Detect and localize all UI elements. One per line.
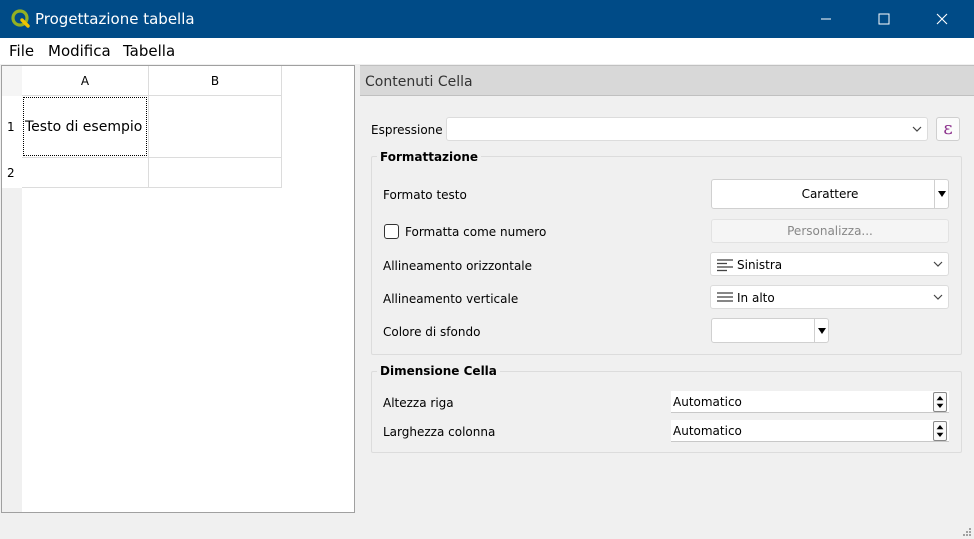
minimize-button[interactable] (803, 0, 849, 38)
panel-title: Contenuti Cella (365, 74, 473, 90)
formatting-group-title: Formattazione (377, 150, 482, 164)
cell-a2[interactable] (22, 158, 149, 188)
row-header-1[interactable]: 1 (2, 96, 22, 158)
spin-arrows-icon[interactable] (933, 392, 947, 412)
minimize-icon (821, 18, 831, 20)
align-left-icon (717, 259, 733, 272)
maximize-icon (878, 13, 890, 25)
h-align-combo[interactable]: Sinistra (710, 252, 949, 276)
window-title: Progettazione tabella (35, 10, 195, 28)
cell-b1[interactable] (149, 96, 282, 158)
bg-color-dropdown[interactable] (814, 319, 828, 342)
v-align-label: Allineamento verticale (383, 292, 519, 306)
chevron-down-icon (933, 261, 943, 267)
text-format-label: Formato testo (383, 188, 467, 202)
font-button[interactable]: Carattere (711, 179, 949, 209)
customize-button[interactable]: Personalizza... (711, 219, 949, 243)
column-header-b[interactable]: B (149, 66, 282, 96)
caret-down-icon (817, 327, 826, 334)
col-width-label: Larghezza colonna (383, 425, 496, 439)
h-align-label: Allineamento orizzontale (383, 259, 533, 273)
menu-file[interactable]: File (9, 42, 34, 60)
format-as-number-checkbox[interactable] (384, 224, 399, 239)
row-height-spinbox[interactable]: Automatico (671, 391, 949, 413)
col-width-spinbox[interactable]: Automatico (671, 420, 949, 442)
cell-a1-text: Testo di esempio (25, 119, 143, 135)
menu-bar: File Modifica Tabella (0, 38, 974, 64)
menu-modifica[interactable]: Modifica (48, 42, 111, 60)
row-height-label: Altezza riga (383, 396, 454, 410)
expression-label: Espressione (371, 123, 443, 137)
cell-size-group-title: Dimensione Cella (377, 364, 500, 378)
qgis-icon (11, 9, 30, 28)
column-header-a[interactable]: A (22, 66, 149, 96)
resize-grip-icon[interactable] (962, 527, 972, 537)
align-top-icon (717, 292, 733, 302)
epsilon-icon: ε (943, 118, 953, 139)
grid-corner[interactable] (2, 66, 22, 96)
table-grid[interactable]: A B 1 2 Testo di esempio (1, 65, 355, 513)
v-align-value: In alto (737, 291, 775, 305)
cell-b2[interactable] (149, 158, 282, 188)
expression-combo[interactable] (446, 117, 928, 141)
chevron-down-icon (933, 294, 943, 300)
font-button-label: Carattere (801, 187, 859, 201)
title-bar: Progettazione tabella (0, 0, 974, 38)
close-button[interactable] (919, 0, 965, 38)
h-align-value: Sinistra (737, 258, 783, 272)
chevron-down-icon (912, 126, 922, 132)
maximize-button[interactable] (861, 0, 907, 38)
row-header-2[interactable]: 2 (2, 158, 22, 188)
bg-color-label: Colore di sfondo (383, 325, 481, 339)
menu-tabella[interactable]: Tabella (123, 42, 175, 60)
customize-button-label: Personalizza... (787, 224, 873, 238)
v-align-combo[interactable]: In alto (710, 285, 949, 309)
font-button-dropdown[interactable] (934, 180, 948, 208)
spin-arrows-icon[interactable] (933, 421, 947, 441)
caret-down-icon (937, 191, 946, 197)
format-as-number-label: Formatta come numero (405, 225, 547, 239)
panel-header: Contenuti Cella (360, 65, 974, 96)
col-width-value: Automatico (673, 424, 742, 438)
bg-color-button[interactable] (711, 318, 829, 343)
row-height-value: Automatico (673, 395, 742, 409)
expression-builder-button[interactable]: ε (936, 117, 960, 141)
row-header-filler (2, 188, 22, 512)
cell-contents-panel: Contenuti Cella Espressione ε Formattazi… (360, 65, 974, 513)
close-icon (936, 13, 948, 25)
cell-a1[interactable]: Testo di esempio (22, 96, 149, 158)
